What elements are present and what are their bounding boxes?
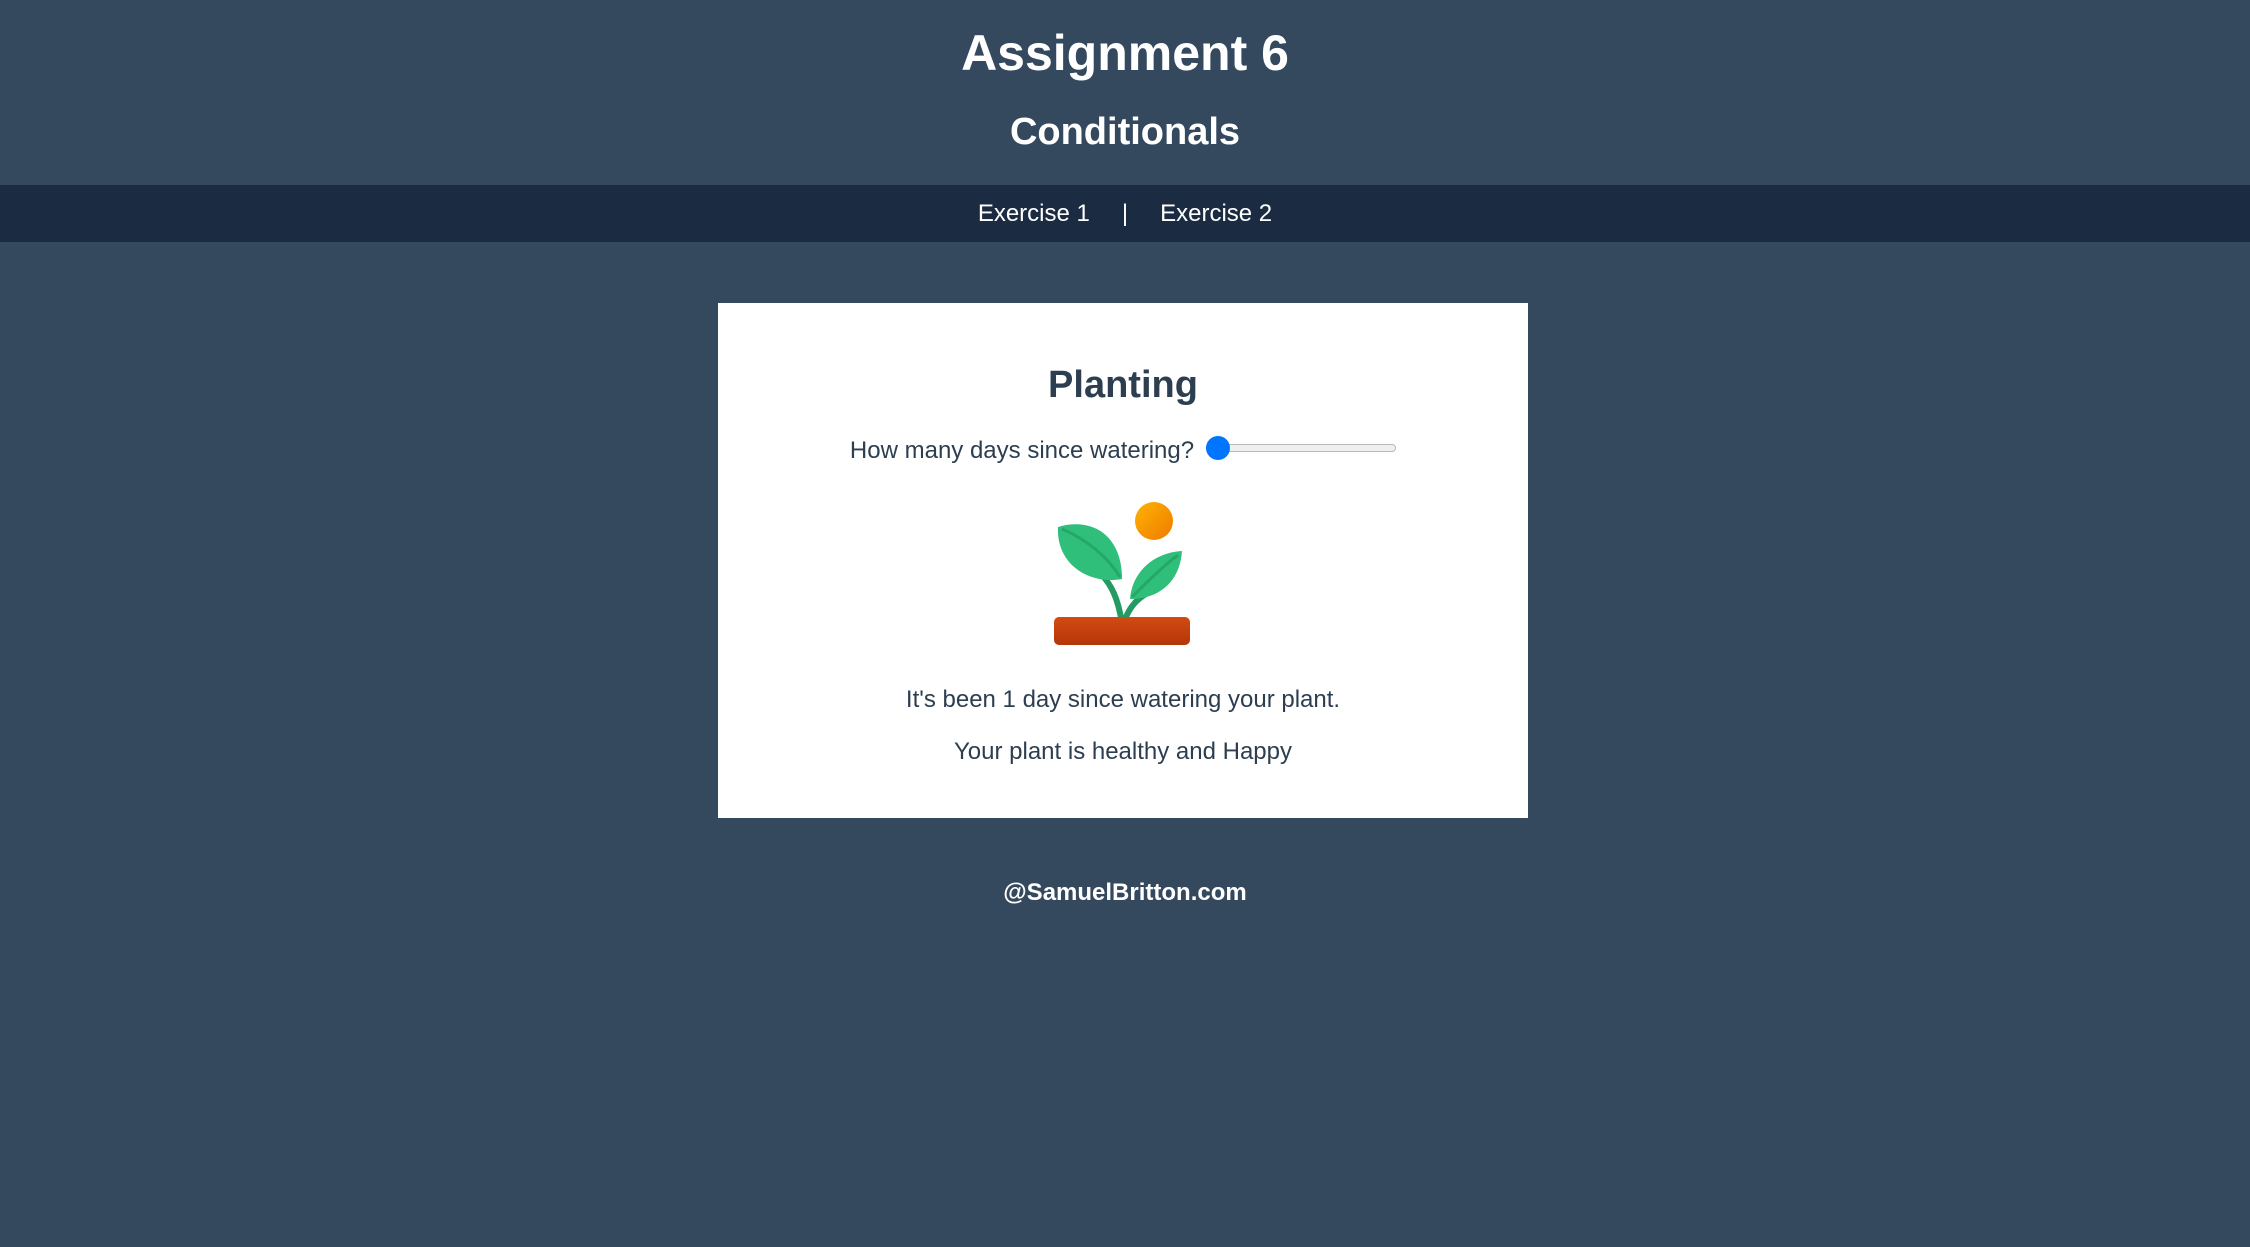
planting-card: Planting How many days since watering? I… [718, 303, 1528, 818]
days-slider[interactable] [1206, 436, 1397, 460]
nav-separator: | [1121, 199, 1129, 227]
sun-shape [1135, 502, 1173, 540]
page-subtitle: Conditionals [1009, 111, 1241, 153]
watering-question-label: How many days since watering? [849, 437, 1195, 464]
slider-track [1206, 444, 1397, 452]
nav-link-exercise-2[interactable]: Exercise 2 [1160, 200, 1272, 228]
footer-credit: @SamuelBritton.com [1003, 879, 1247, 906]
health-status-text: Your plant is healthy and Happy [953, 738, 1292, 765]
days-status-text: It's been 1 day since watering your plan… [905, 686, 1341, 713]
exercise-nav: Exercise 1 | Exercise 2 [0, 185, 2250, 242]
soil-shape [1054, 617, 1190, 645]
card-title: Planting [1048, 364, 1198, 406]
nav-link-exercise-1[interactable]: Exercise 1 [978, 200, 1090, 228]
page-header: Assignment 6 Conditionals [0, 0, 2250, 185]
slider-thumb[interactable] [1206, 436, 1231, 460]
seedling-icon [1054, 502, 1190, 645]
page-title: Assignment 6 [961, 25, 1289, 81]
watering-question-row: How many days since watering? [718, 431, 1528, 471]
